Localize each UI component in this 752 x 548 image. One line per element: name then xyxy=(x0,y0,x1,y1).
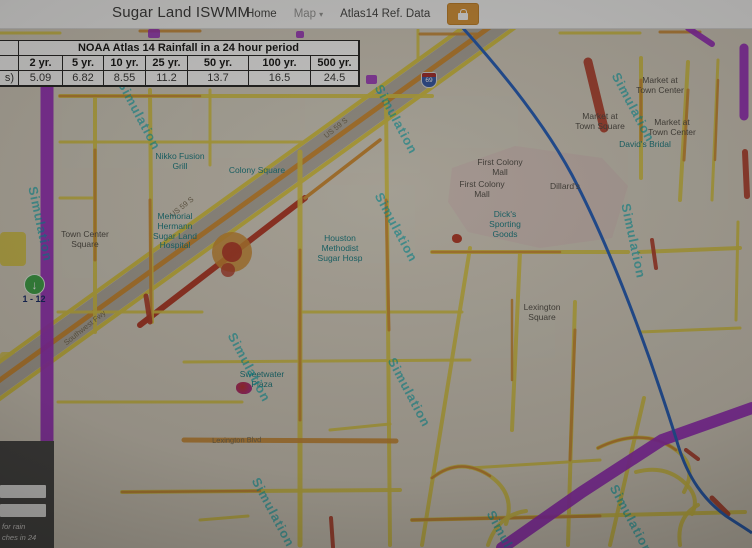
value-cell: 8.55 xyxy=(104,71,146,86)
column-header: 2 yr. xyxy=(19,56,63,71)
column-header: 25 yr. xyxy=(146,56,188,71)
map-marker-label: 1 - 12 xyxy=(22,294,45,304)
panel-text-line1: for rain xyxy=(2,522,25,531)
table-title: NOAA Atlas 14 Rainfall in a 24 hour peri… xyxy=(19,41,359,56)
interstate-69-shield: 69 xyxy=(421,72,437,88)
down-arrow-icon: ↓ xyxy=(32,278,38,292)
simulation-panel: for rain ches in 24 xyxy=(0,441,54,548)
main-nav: Home Map▾ Atlas14 Ref. Data xyxy=(246,0,479,28)
panel-text-line2: ches in 24 xyxy=(2,533,36,542)
value-cell: 6.82 xyxy=(63,71,104,86)
panel-input-2[interactable] xyxy=(0,504,46,517)
row-label: s) xyxy=(0,71,19,86)
value-cell: 5.09 xyxy=(19,71,63,86)
column-header: 5 yr. xyxy=(63,56,104,71)
column-header: 500 yr. xyxy=(311,56,359,71)
value-cell: 11.2 xyxy=(146,71,188,86)
flood-spot-marker xyxy=(452,234,462,243)
column-header: 50 yr. xyxy=(188,56,249,71)
app-header: Sugar Land ISWMM Home Map▾ Atlas14 Ref. … xyxy=(0,0,752,29)
app-title: Sugar Land ISWMM xyxy=(112,4,250,21)
nav-map[interactable]: Map▾ xyxy=(294,8,323,20)
column-header: 10 yr. xyxy=(104,56,146,71)
sign-in-button[interactable] xyxy=(447,3,479,25)
column-header: 100 yr. xyxy=(249,56,311,71)
nav-atlas14-ref-data[interactable]: Atlas14 Ref. Data xyxy=(340,8,430,20)
table-cell xyxy=(0,41,19,56)
app-window: Sugar Land ISWMM Home Map▾ Atlas14 Ref. … xyxy=(0,0,752,548)
nav-home[interactable]: Home xyxy=(246,8,277,20)
value-cell: 13.7 xyxy=(188,71,249,86)
table-cell xyxy=(0,56,19,71)
chevron-down-icon: ▾ xyxy=(319,10,323,19)
panel-input-1[interactable] xyxy=(0,485,46,498)
rainfall-table: NOAA Atlas 14 Rainfall in a 24 hour peri… xyxy=(0,40,360,87)
value-cell: 24.5 xyxy=(311,71,359,86)
value-cell: 16.5 xyxy=(249,71,311,86)
flood-spot-marker xyxy=(236,382,252,394)
lock-icon xyxy=(458,13,468,20)
map-marker[interactable]: ↓ xyxy=(24,274,45,295)
